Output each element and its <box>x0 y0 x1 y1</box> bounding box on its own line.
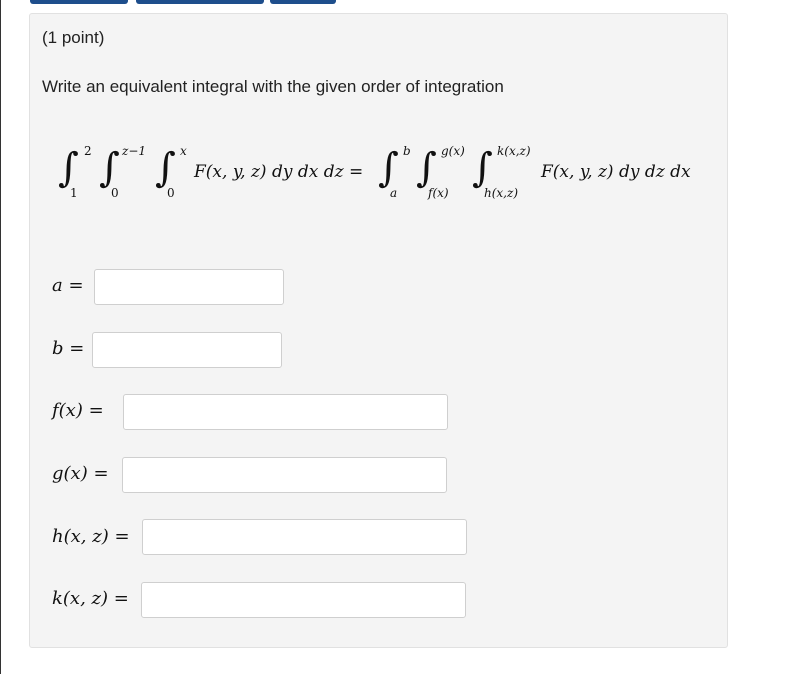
rhs-inner-lower: h(x,z) <box>484 186 518 200</box>
lhs-integrand: F(x, y, z) dy dx dz = <box>194 162 364 182</box>
top-tab-2[interactable] <box>136 0 264 4</box>
lhs-inner-upper: x <box>180 144 187 158</box>
rhs-inner-integral-sign: ∫ <box>472 145 493 191</box>
left-border <box>0 0 1 674</box>
lhs-outer-upper: 2 <box>84 144 92 158</box>
g-label: g(x) = <box>52 463 109 484</box>
rhs-outer-lower: a <box>390 186 398 200</box>
lhs-middle-integral-sign: ∫ <box>99 145 120 191</box>
k-label: k(x, z) = <box>52 588 129 609</box>
g-input[interactable] <box>122 457 447 493</box>
lhs-inner-lower: 0 <box>167 186 175 200</box>
a-label: a = <box>52 275 84 296</box>
lhs-inner-integral-sign: ∫ <box>155 145 176 191</box>
rhs-integrand: F(x, y, z) dy dz dx <box>541 162 691 182</box>
lhs-outer-integral-sign: ∫ <box>58 145 79 191</box>
rhs-inner-upper: k(x,z) <box>497 144 531 158</box>
rhs-middle-upper: g(x) <box>441 144 465 158</box>
k-input[interactable] <box>141 582 466 618</box>
points-label: (1 point) <box>42 28 105 47</box>
lhs-middle-lower: 0 <box>111 186 119 200</box>
b-input[interactable] <box>92 332 282 368</box>
f-label: f(x) = <box>52 400 104 421</box>
top-tab-3[interactable] <box>270 0 336 4</box>
rhs-outer-upper: b <box>403 144 411 158</box>
lhs-outer-lower: 1 <box>70 186 78 200</box>
f-input[interactable] <box>123 394 448 430</box>
a-input[interactable] <box>94 269 284 305</box>
rhs-middle-lower: f(x) <box>428 186 449 200</box>
problem-prompt: Write an equivalent integral with the gi… <box>42 77 504 96</box>
h-label: h(x, z) = <box>52 526 130 547</box>
top-tab-1[interactable] <box>30 0 128 4</box>
lhs-middle-upper: z−1 <box>122 144 147 158</box>
h-input[interactable] <box>142 519 467 555</box>
rhs-outer-integral-sign: ∫ <box>378 145 399 191</box>
b-label: b = <box>52 338 85 359</box>
rhs-middle-integral-sign: ∫ <box>416 145 437 191</box>
